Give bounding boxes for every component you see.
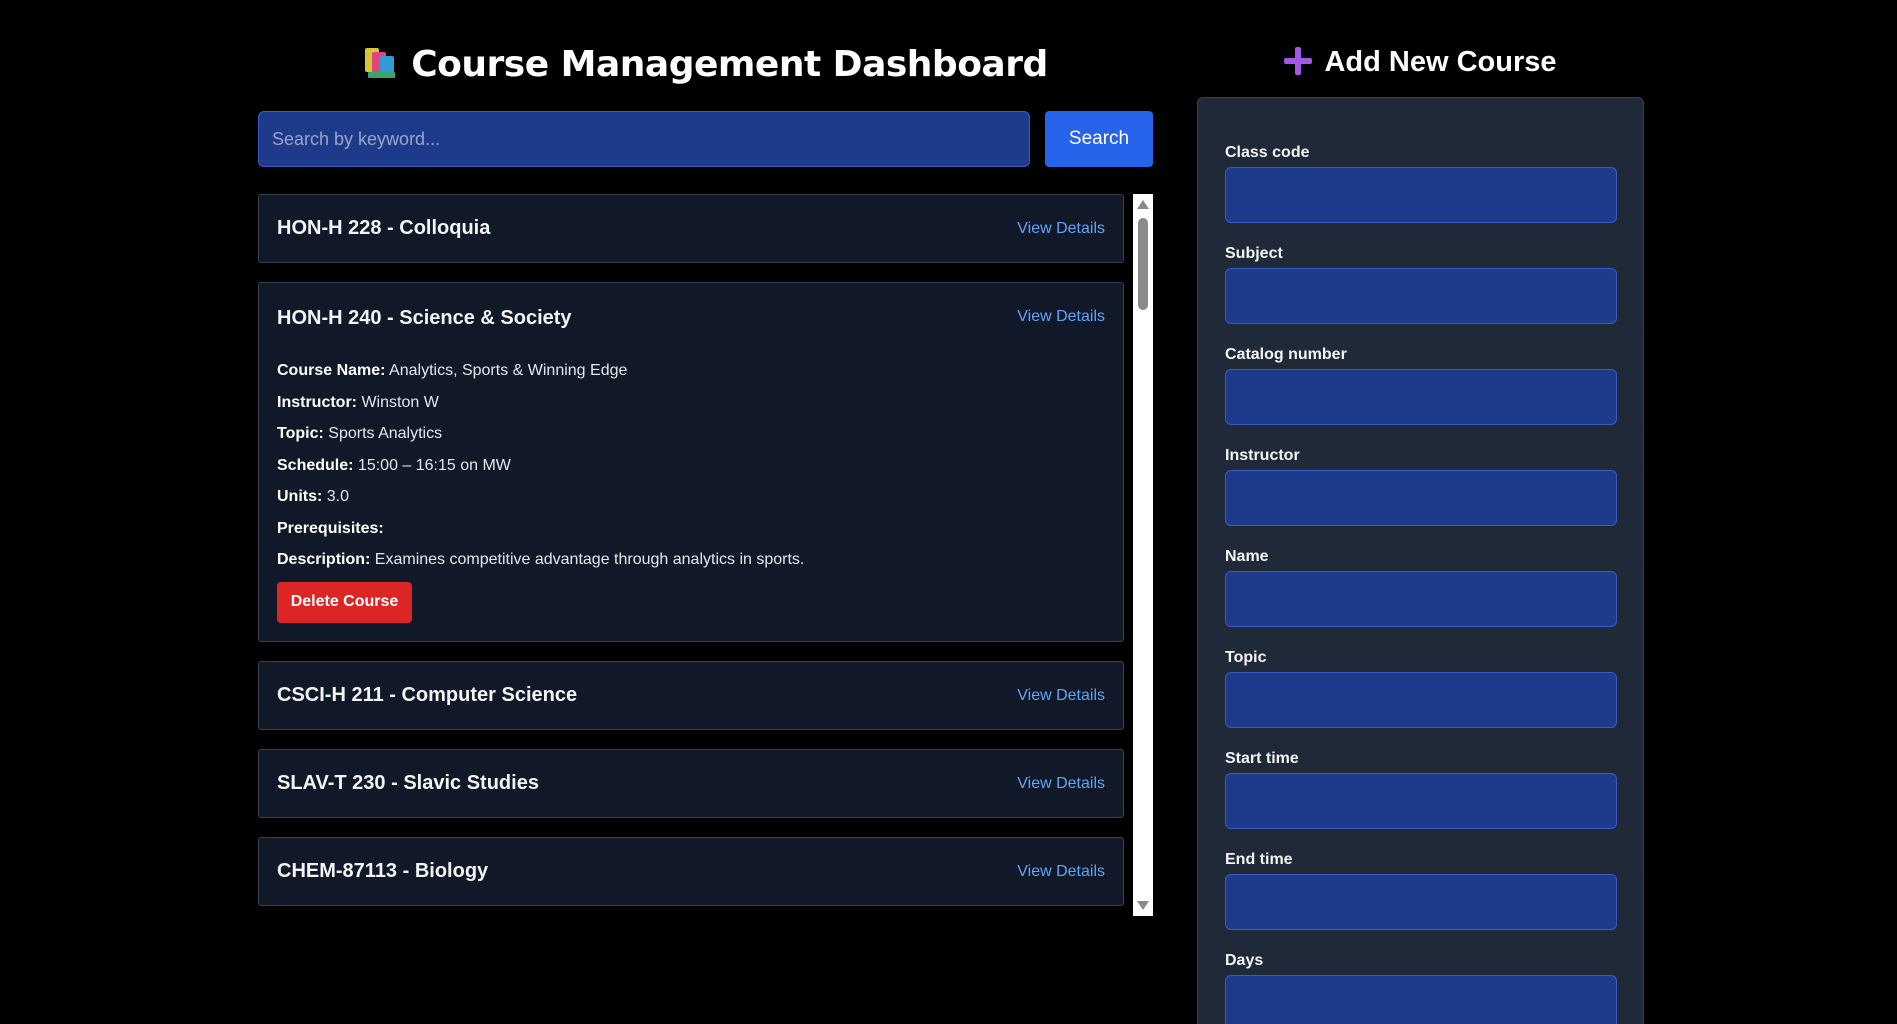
delete-course-button[interactable]: Delete Course — [277, 581, 412, 623]
catalog-number-field-group: Catalog number — [1225, 346, 1617, 447]
books-icon — [363, 46, 397, 80]
course-card-header: HON-H 240 - Science & Society View Detai… — [277, 283, 1105, 353]
class-code-label: Class code — [1225, 144, 1310, 161]
topic-row: Topic: Sports Analytics — [277, 418, 1105, 450]
add-course-title-text: Add New Course — [1324, 46, 1557, 78]
units-label: Units: — [277, 488, 323, 505]
search-input[interactable] — [258, 111, 1030, 167]
page: Course Management Dashboard Search HON-H… — [0, 0, 1897, 1024]
scroll-up-arrow-icon[interactable] — [1137, 200, 1149, 209]
class-code-field-group: Class code — [1225, 144, 1617, 245]
start-time-field-group: Start time — [1225, 750, 1617, 851]
course-card: HON-H 228 - Colloquia View Details — [258, 194, 1124, 263]
course-title: CSCI-H 211 - Computer Science — [277, 683, 578, 706]
search-button[interactable]: Search — [1045, 111, 1153, 167]
end-time-label: End time — [1225, 851, 1293, 868]
days-field-group: Days — [1225, 952, 1617, 1024]
view-details-link[interactable]: View Details — [1017, 838, 1105, 905]
course-name-label: Course Name: — [277, 362, 386, 379]
course-card-header: SLAV-T 230 - Slavic Studies View Details — [277, 750, 1105, 817]
catalog-number-label: Catalog number — [1225, 346, 1347, 363]
units-value: 3.0 — [326, 488, 350, 505]
course-card: CHEM-87113 - Biology View Details — [258, 836, 1124, 906]
course-card: SLAV-T 230 - Slavic Studies View Details — [258, 748, 1124, 818]
course-title: HON-H 228 - Colloquia — [277, 217, 491, 239]
view-details-link[interactable]: View Details — [1017, 283, 1105, 351]
course-name-row: Course Name: Analytics, Sports & Winning… — [277, 355, 1105, 387]
schedule-row: Schedule: 15:00 – 16:15 on MW — [277, 450, 1105, 482]
add-course-title: Add New Course — [1197, 40, 1644, 84]
description-row: Description: Examines competitive advant… — [277, 544, 1105, 576]
topic-value: Sports Analytics — [328, 425, 443, 442]
catalog-number-input[interactable] — [1225, 369, 1617, 425]
units-row: Units: 3.0 — [277, 481, 1105, 513]
course-title: HON-H 240 - Science & Society — [277, 307, 572, 329]
add-course-form: Class code Subject Catalog number Instru… — [1197, 97, 1644, 1024]
topic-label: Topic: — [277, 425, 324, 442]
course-list: HON-H 228 - Colloquia View Details HON-H… — [258, 194, 1124, 925]
name-input[interactable] — [1225, 571, 1617, 627]
description-label: Description: — [277, 551, 371, 568]
schedule-value: 15:00 – 16:15 on MW — [357, 456, 511, 474]
scroll-down-arrow-icon[interactable] — [1137, 901, 1149, 910]
days-input[interactable] — [1225, 975, 1617, 1024]
schedule-label: Schedule: — [277, 456, 354, 474]
subject-label: Subject — [1225, 245, 1283, 262]
instructor-value: Winston W — [361, 393, 439, 411]
end-time-field-group: End time — [1225, 851, 1617, 952]
course-card: CSCI-H 211 - Computer Science View Detai… — [258, 660, 1124, 730]
topic-field-group: Topic — [1225, 649, 1617, 750]
subject-field-group: Subject — [1225, 245, 1617, 346]
start-time-label: Start time — [1225, 750, 1299, 767]
instructor-field-group: Instructor — [1225, 447, 1617, 548]
name-label: Name — [1225, 548, 1269, 565]
prerequisites-label: Prerequisites: — [277, 519, 384, 537]
scroll-thumb[interactable] — [1138, 218, 1148, 310]
course-list-scrollbar[interactable] — [1133, 194, 1153, 916]
course-details: Course Name: Analytics, Sports & Winning… — [277, 353, 1105, 641]
plus-icon — [1284, 47, 1313, 75]
start-time-input[interactable] — [1225, 773, 1617, 829]
course-card-header: CHEM-87113 - Biology View Details — [277, 838, 1105, 905]
prerequisites-row: Prerequisites: — [277, 513, 1105, 545]
days-label: Days — [1225, 952, 1264, 969]
course-title: CHEM-87113 - Biology — [277, 859, 489, 882]
topic-input[interactable] — [1225, 672, 1617, 728]
view-details-link[interactable]: View Details — [1017, 750, 1105, 817]
name-field-group: Name — [1225, 548, 1617, 649]
instructor-label: Instructor — [1225, 447, 1300, 464]
course-card-header: HON-H 228 - Colloquia View Details — [277, 195, 1105, 262]
instructor-input[interactable] — [1225, 470, 1617, 526]
instructor-row: Instructor: Winston W — [277, 387, 1105, 419]
search-bar: Search — [258, 111, 1153, 167]
instructor-label: Instructor: — [277, 393, 357, 411]
page-title: Course Management Dashboard — [258, 40, 1153, 90]
view-details-link[interactable]: View Details — [1017, 662, 1105, 729]
course-title: SLAV-T 230 - Slavic Studies — [277, 771, 539, 794]
course-name-value: Analytics, Sports & Winning Edge — [389, 362, 628, 379]
end-time-input[interactable] — [1225, 874, 1617, 930]
view-details-link[interactable]: View Details — [1017, 195, 1105, 262]
description-value: Examines competitive advantage through a… — [374, 551, 805, 568]
topic-label: Topic — [1225, 649, 1267, 666]
course-card-header: CSCI-H 211 - Computer Science View Detai… — [277, 662, 1105, 729]
subject-input[interactable] — [1225, 268, 1617, 324]
page-title-text: Course Management Dashboard — [411, 44, 1048, 85]
course-card: HON-H 240 - Science & Society View Detai… — [258, 282, 1124, 642]
class-code-input[interactable] — [1225, 167, 1617, 223]
